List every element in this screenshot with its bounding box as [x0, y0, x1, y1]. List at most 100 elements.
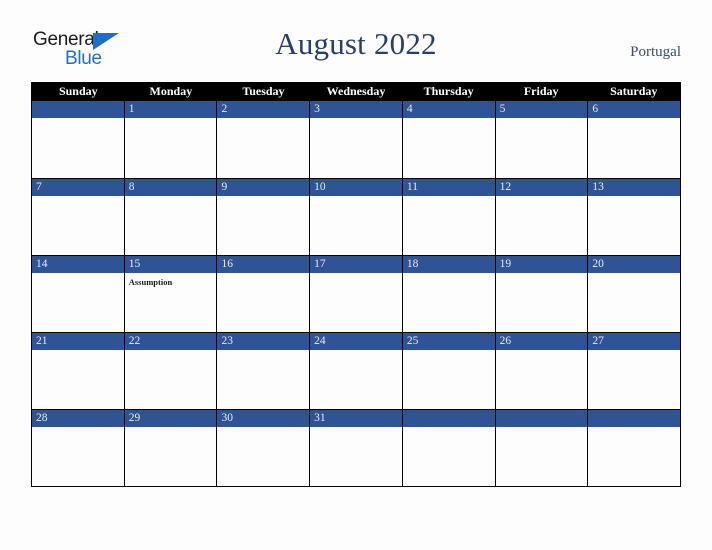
date-number: 11	[406, 181, 418, 193]
date-band: 16	[217, 256, 310, 273]
day-cell[interactable]: 7	[32, 179, 124, 255]
day-events[interactable]	[496, 118, 588, 178]
day-cell[interactable]: 10	[309, 179, 402, 255]
date-number: 10	[314, 181, 326, 193]
day-events[interactable]	[588, 427, 680, 486]
date-number: 25	[406, 335, 419, 347]
day-events[interactable]	[588, 273, 680, 332]
day-cell[interactable]: 16	[216, 256, 310, 332]
date-number: 19	[499, 258, 512, 270]
day-cell[interactable]: 6	[587, 101, 681, 178]
day-cell[interactable]: 8	[123, 179, 217, 255]
day-cell[interactable]: 31	[309, 410, 402, 486]
day-events[interactable]	[125, 350, 217, 409]
date-number: 13	[592, 181, 604, 193]
date-band	[495, 410, 588, 427]
day-cell[interactable]: 14	[32, 256, 124, 332]
day-events[interactable]	[217, 196, 309, 255]
day-cell[interactable]: 4	[401, 101, 495, 178]
dow-header-saturday: Saturday	[610, 84, 658, 98]
day-cell[interactable]: 11	[401, 179, 495, 255]
date-band: 9	[217, 179, 310, 196]
day-cell[interactable]: 20	[587, 256, 681, 332]
day-cell[interactable]	[32, 101, 124, 178]
day-events[interactable]	[217, 350, 309, 409]
day-events[interactable]	[403, 427, 495, 486]
date-number: 8	[128, 181, 135, 193]
date-band: 17	[310, 256, 402, 273]
day-events[interactable]	[125, 427, 217, 486]
day-cell[interactable]: 26	[494, 333, 588, 409]
day-events[interactable]	[310, 350, 402, 409]
day-cell[interactable]	[401, 410, 495, 486]
day-events[interactable]	[310, 118, 402, 178]
day-events[interactable]	[588, 350, 680, 409]
day-cell[interactable]: 12	[494, 179, 588, 255]
day-cell[interactable]: 27	[587, 333, 681, 409]
day-cell[interactable]: 28	[32, 410, 124, 486]
day-events[interactable]	[496, 350, 588, 409]
day-cell[interactable]: 15 Assumption	[123, 256, 217, 332]
date-number: 6	[592, 103, 599, 115]
day-events[interactable]	[496, 196, 588, 255]
day-events[interactable]	[310, 427, 402, 486]
day-events[interactable]	[32, 196, 124, 255]
day-events[interactable]: Assumption	[125, 273, 217, 332]
day-cell[interactable]: 25	[401, 333, 495, 409]
day-cell[interactable]: 22	[123, 333, 217, 409]
date-band: 26	[495, 333, 588, 350]
day-events[interactable]	[32, 350, 124, 409]
day-cell[interactable]: 13	[587, 179, 681, 255]
date-number: 28	[36, 412, 48, 424]
day-events[interactable]	[32, 273, 124, 332]
date-number: 27	[592, 335, 604, 347]
day-events[interactable]	[310, 273, 402, 332]
day-events[interactable]	[403, 118, 495, 178]
day-events[interactable]	[217, 273, 309, 332]
date-band: 21	[32, 333, 124, 350]
day-events[interactable]	[496, 273, 588, 332]
event-label: Assumption	[128, 277, 173, 287]
day-events[interactable]	[403, 350, 495, 409]
date-number: 5	[499, 103, 506, 115]
day-cell[interactable]: 23	[216, 333, 310, 409]
day-events[interactable]	[403, 273, 495, 332]
date-band: 23	[217, 333, 310, 350]
day-cell[interactable]	[587, 410, 681, 486]
day-events[interactable]	[32, 427, 124, 486]
day-events[interactable]	[32, 118, 124, 178]
day-events[interactable]	[588, 118, 680, 178]
date-band: 30	[217, 410, 310, 427]
day-events[interactable]	[588, 196, 680, 255]
date-number: 7	[36, 181, 42, 193]
day-cell[interactable]: 3	[309, 101, 402, 178]
date-number: 14	[36, 258, 48, 270]
day-events[interactable]	[403, 196, 495, 255]
date-band: 11	[402, 179, 495, 196]
day-cell[interactable]: 29	[123, 410, 217, 486]
day-events[interactable]	[217, 118, 309, 178]
dow-header-sunday: Sunday	[58, 84, 98, 98]
date-number: 4	[406, 103, 413, 115]
day-cell[interactable]: 9	[216, 179, 310, 255]
day-cell[interactable]: 2	[216, 101, 310, 178]
date-number: 26	[499, 335, 512, 347]
day-cell[interactable]: 18	[401, 256, 495, 332]
date-band: 27	[588, 333, 681, 350]
day-events[interactable]	[310, 196, 402, 255]
day-cell[interactable]: 19	[494, 256, 588, 332]
day-of-week-header-row: Sunday Monday Tuesday Wednesday Thursday…	[32, 82, 680, 101]
day-events[interactable]	[496, 427, 588, 486]
day-cell[interactable]: 1	[123, 101, 217, 178]
day-cell[interactable]: 24	[309, 333, 402, 409]
date-number: 9	[221, 181, 228, 193]
day-cell[interactable]: 21	[32, 333, 124, 409]
day-events[interactable]	[125, 118, 217, 178]
day-cell[interactable]: 17	[309, 256, 402, 332]
day-cell[interactable]: 5	[494, 101, 588, 178]
day-cell[interactable]	[494, 410, 588, 486]
date-number: 31	[314, 412, 326, 424]
day-events[interactable]	[125, 196, 217, 255]
day-cell[interactable]: 30	[216, 410, 310, 486]
day-events[interactable]	[217, 427, 309, 486]
